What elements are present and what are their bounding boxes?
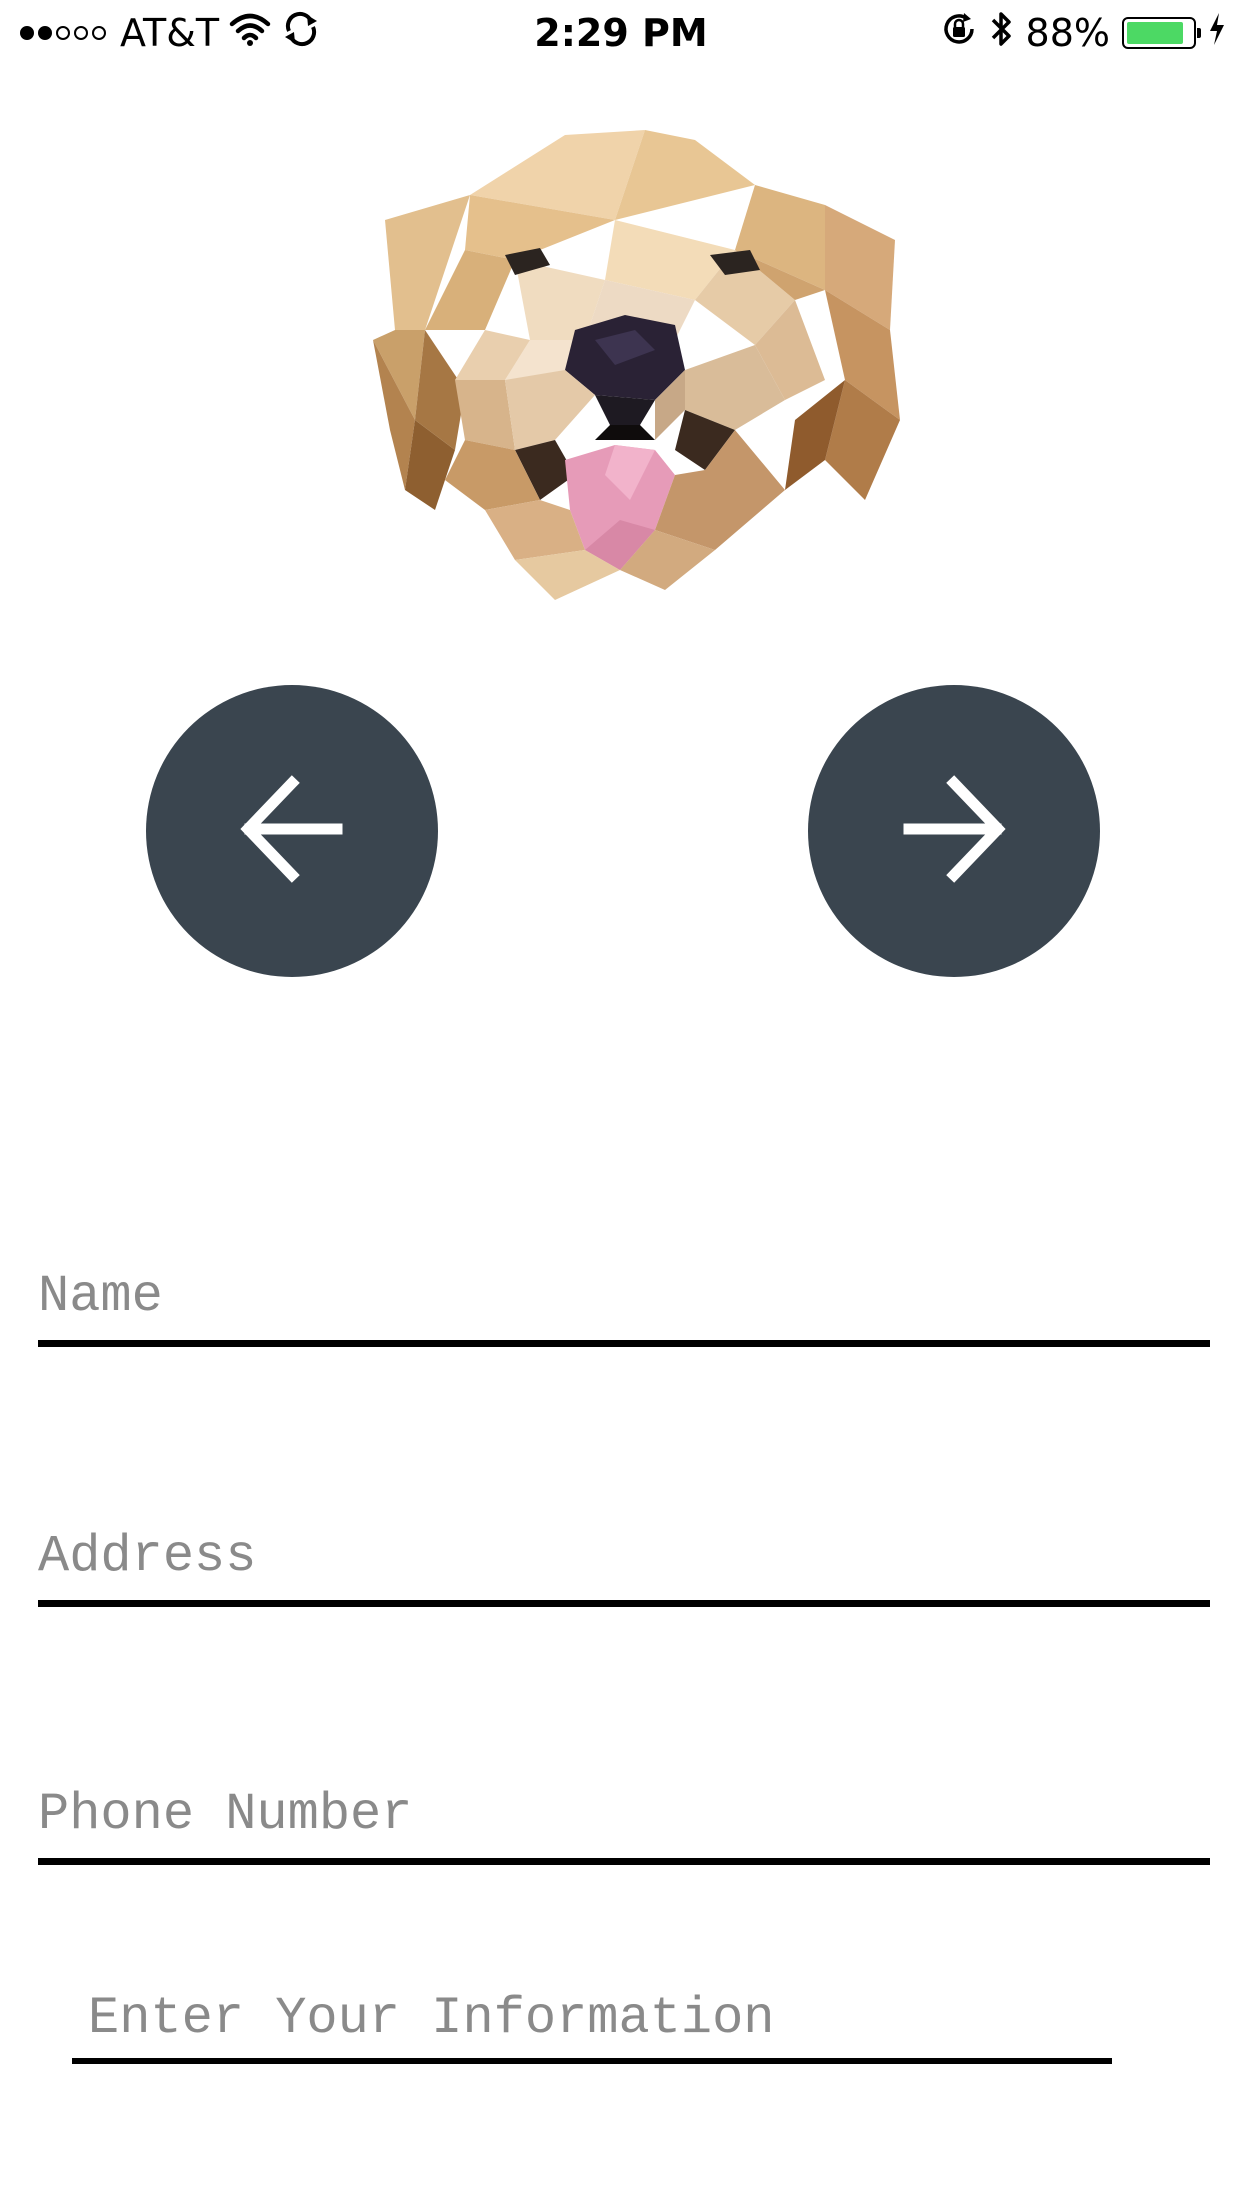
dog-image xyxy=(355,130,915,650)
address-field xyxy=(38,1510,1210,1607)
arrow-right-icon xyxy=(894,769,1014,894)
status-bar: AT&T 2:29 PM 88% xyxy=(0,0,1242,66)
name-field xyxy=(38,1250,1210,1347)
info-label-row: Enter Your Information xyxy=(72,1978,1112,2064)
next-button[interactable] xyxy=(808,685,1100,977)
battery-percent: 88% xyxy=(1025,11,1110,55)
address-input[interactable] xyxy=(38,1527,1210,1586)
phone-input[interactable] xyxy=(38,1785,1210,1844)
status-right: 88% xyxy=(940,10,1226,56)
previous-button[interactable] xyxy=(146,685,438,977)
rotation-lock-icon xyxy=(940,10,978,57)
charging-bolt-icon xyxy=(1208,11,1226,55)
battery-cap xyxy=(1197,28,1201,38)
phone-field xyxy=(38,1768,1210,1865)
arrow-left-icon xyxy=(232,769,352,894)
name-input[interactable] xyxy=(38,1267,1210,1326)
bluetooth-icon xyxy=(990,9,1014,58)
battery-icon xyxy=(1122,17,1201,49)
battery-level xyxy=(1127,22,1184,44)
info-label: Enter Your Information xyxy=(88,1989,775,2048)
